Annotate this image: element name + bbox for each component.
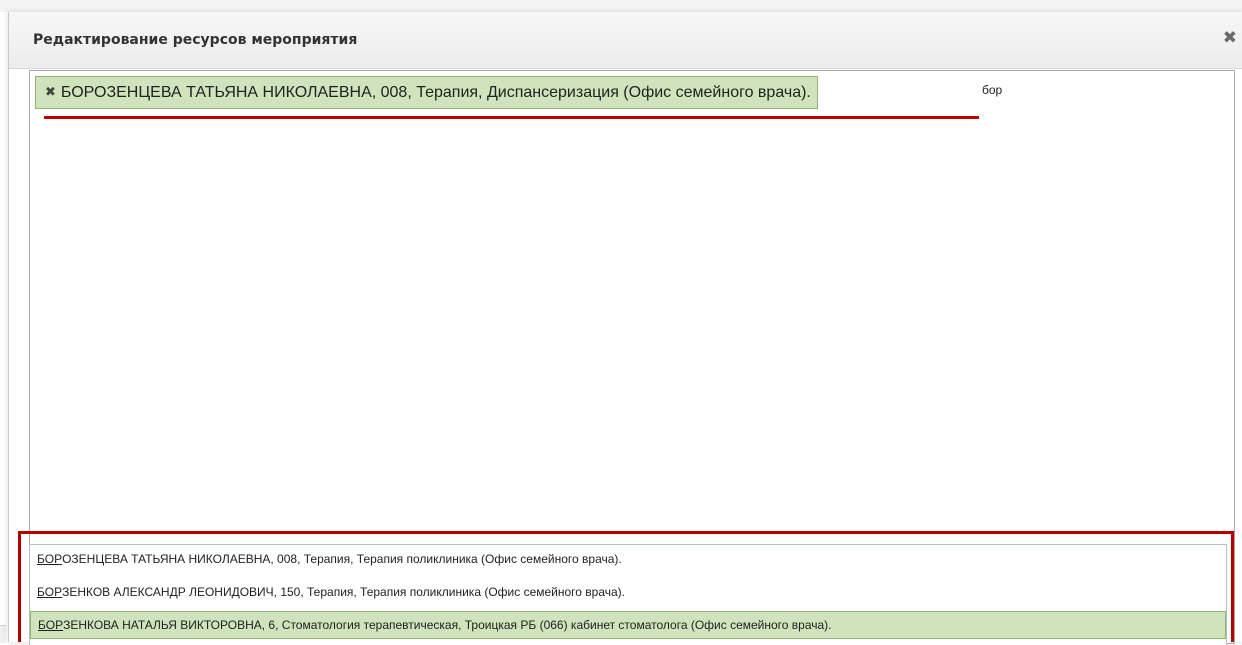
dialog-title: Редактирование ресурсов мероприятия (33, 32, 358, 48)
search-query-text[interactable]: бор (982, 83, 1002, 97)
suggestion-rest: ЗЕНКОВА НАТАЛЬЯ ВИКТОРОВНА, 6, Стоматоло… (63, 618, 832, 632)
background-page-edge (0, 0, 1242, 12)
suggestion-item[interactable]: БОР ОЗЕНЦЕВА ТАТЬЯНА НИКОЛАЕВНА, 008, Тер… (30, 545, 1226, 573)
suggestions-highlight-frame: БОР ОЗЕНЦЕВА ТАТЬЯНА НИКОЛАЕВНА, 008, Тер… (18, 531, 1234, 645)
selected-resource-token: ✖ БОРОЗЕНЦЕВА ТАТЬЯНА НИКОЛАЕВНА, 008, Т… (35, 76, 818, 109)
token-label: БОРОЗЕНЦЕВА ТАТЬЯНА НИКОЛАЕВНА, 008, Тер… (60, 83, 811, 101)
remove-icon[interactable]: ✖ (45, 85, 56, 100)
close-icon[interactable]: ✖ (1223, 28, 1237, 48)
background-page-sliver (0, 625, 6, 643)
suggestion-item-selected[interactable]: БОР ЗЕНКОВА НАТАЛЬЯ ВИКТОРОВНА, 6, Стомат… (30, 611, 1226, 639)
suggestion-match: БОР (38, 618, 64, 632)
suggestion-match: БОР (37, 585, 63, 599)
suggestion-rest: ОЗЕНЦЕВА ТАТЬЯНА НИКОЛАЕВНА, 008, Терапи… (62, 552, 622, 566)
dialog-titlebar: Редактирование ресурсов мероприятия ✖ (9, 12, 1242, 69)
annotation-underline (44, 116, 979, 119)
suggestions-dropdown: БОР ОЗЕНЦЕВА ТАТЬЯНА НИКОЛАЕВНА, 008, Тер… (29, 544, 1227, 645)
suggestion-item[interactable]: БОР ЗЕНКОВ АЛЕКСАНДР ЛЕОНИДОВИЧ, 150, Тер… (30, 578, 1226, 606)
suggestion-rest: ЗЕНКОВ АЛЕКСАНДР ЛЕОНИДОВИЧ, 150, Терапи… (62, 585, 625, 599)
suggestion-match: БОР (37, 552, 63, 566)
